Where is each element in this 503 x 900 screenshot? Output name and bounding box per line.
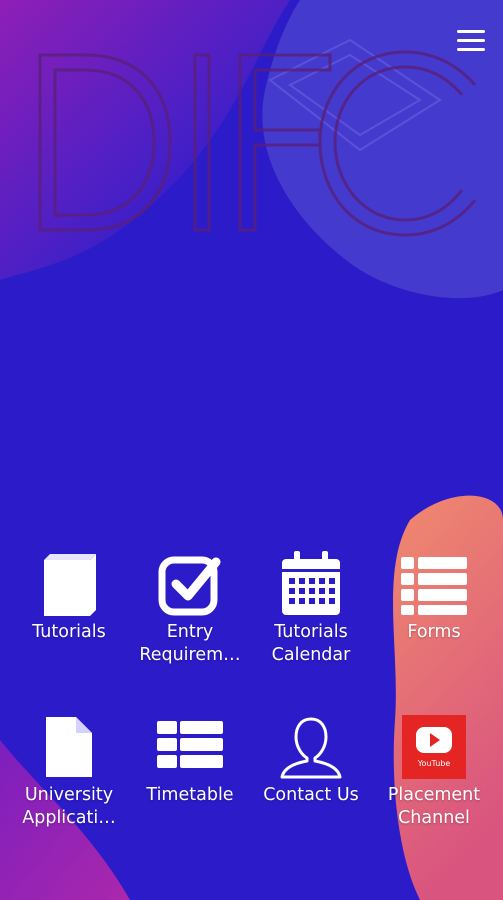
hamburger-icon <box>457 30 485 33</box>
tile-label-line2: Channel <box>398 808 470 828</box>
tile-contact-us[interactable]: Contact Us <box>249 714 373 807</box>
youtube-icon: YouTube <box>402 715 466 779</box>
calendar-icon <box>282 551 340 615</box>
tile-label: Contact Us <box>263 785 359 805</box>
tile-label-line2: Calendar <box>271 645 351 665</box>
tile-label: Tutorials <box>32 622 106 642</box>
tile-entry-requirements[interactable]: Entry Requirem… <box>128 551 252 667</box>
tile-label: University <box>24 785 114 805</box>
list-icon <box>401 557 467 615</box>
tile-label: Tutorials <box>274 622 348 642</box>
tile-label: Entry <box>166 622 214 642</box>
table-icon <box>157 721 223 768</box>
tile-university-applications[interactable]: University Applicati… <box>7 714 131 830</box>
svg-text:YouTube: YouTube <box>417 759 451 768</box>
tile-label-line2: Requirem… <box>139 645 241 665</box>
checkbox-icon <box>158 556 221 616</box>
tile-label-line2: Applicati… <box>22 808 116 828</box>
tile-label: Timetable <box>146 785 234 805</box>
document-icon <box>46 717 92 777</box>
tile-tutorials[interactable]: Tutorials <box>7 551 131 644</box>
difc-logo <box>38 50 477 237</box>
tile-tutorials-calendar[interactable]: Tutorials Calendar <box>249 551 373 667</box>
book-icon <box>44 554 96 616</box>
person-icon <box>280 717 342 779</box>
tile-label: Forms <box>407 622 461 642</box>
tile-forms[interactable]: Forms <box>372 551 496 644</box>
tile-placement-channel[interactable]: YouTube Placement Channel <box>372 714 496 830</box>
tile-timetable[interactable]: Timetable <box>128 714 252 807</box>
tile-label: Placement <box>387 785 481 805</box>
